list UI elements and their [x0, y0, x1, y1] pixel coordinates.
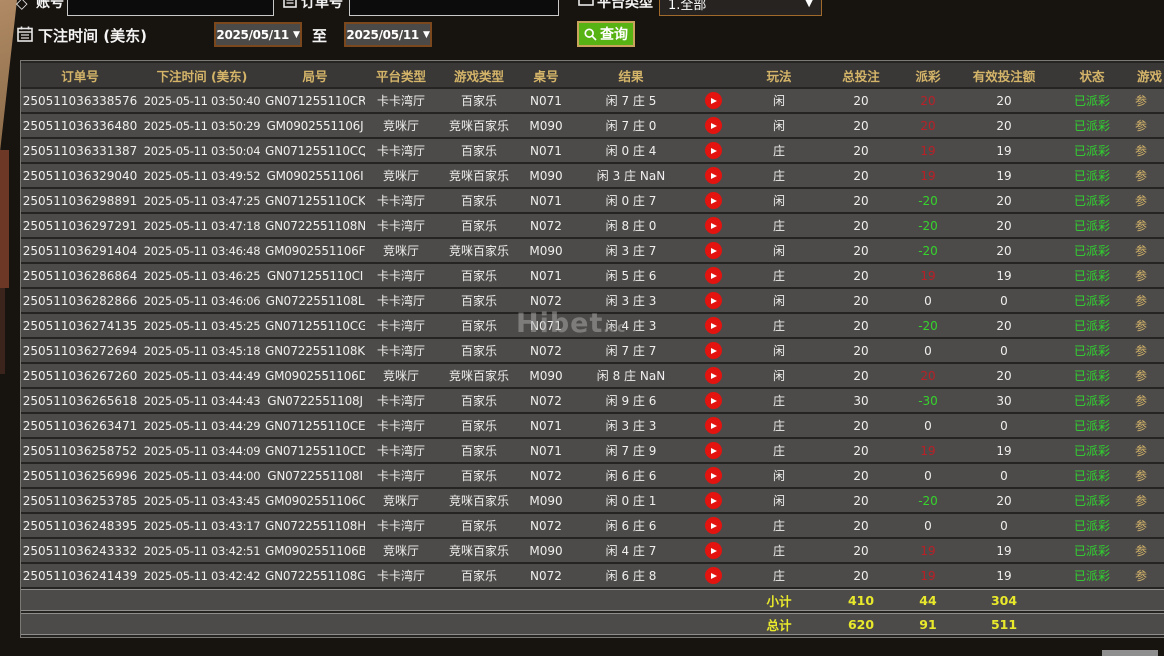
- date-to-select[interactable]: 2025/05/11 ▼: [344, 22, 432, 47]
- chevron-down-icon: ▼: [422, 29, 430, 40]
- order-input[interactable]: [349, 0, 559, 16]
- platform-type-label: 平台类型: [597, 0, 653, 11]
- bet-time-label: 下注时间 (美东): [38, 27, 147, 45]
- scrollbar-thumb[interactable]: [1102, 650, 1158, 656]
- query-button-label: 查询: [600, 27, 628, 43]
- chevron-down-icon: ▼: [805, 0, 813, 9]
- order-label: 订单号: [301, 0, 343, 11]
- query-button[interactable]: 查询: [577, 21, 635, 47]
- card-icon: [578, 0, 594, 6]
- platform-type-value: 1.全部: [668, 0, 707, 13]
- date-range-to-label: 至: [312, 27, 328, 45]
- account-icon: ◇: [16, 0, 28, 12]
- account-label: 账号: [36, 0, 64, 11]
- date-to-value: 2025/05/11: [346, 27, 419, 42]
- calendar-icon: [17, 26, 33, 42]
- account-input[interactable]: [67, 0, 274, 16]
- document-icon: [283, 0, 297, 8]
- date-from-value: 2025/05/11: [216, 27, 289, 42]
- filter-bar: ◇ 账号 订单号 平台类型 1.全部 ▼ 下注时间 (美东) 2025/05/1…: [0, 0, 1164, 656]
- platform-type-select[interactable]: 1.全部 ▼: [659, 0, 822, 16]
- date-from-select[interactable]: 2025/05/11 ▼: [214, 22, 302, 47]
- search-icon: [584, 27, 597, 41]
- chevron-down-icon: ▼: [292, 29, 300, 40]
